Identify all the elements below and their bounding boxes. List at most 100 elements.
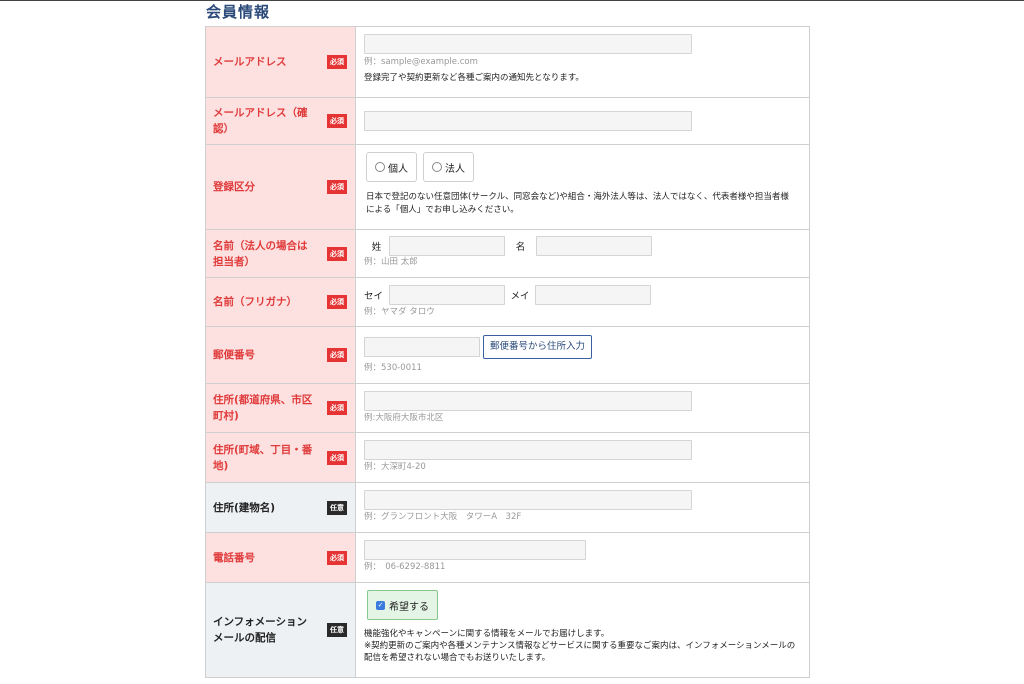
- first-kana-label: メイ: [510, 291, 530, 302]
- required-badge: 必須: [327, 180, 347, 194]
- last-kana-input[interactable]: [389, 285, 505, 305]
- field-cell-address-1: 例:大阪府大阪市北区: [356, 384, 809, 432]
- required-badge: 必須: [327, 295, 347, 309]
- row-phone: 電話番号 必須 例： 06-6292-8811: [206, 533, 809, 583]
- email-note: 登録完了や契約更新など各種ご案内の通知先となります。: [364, 73, 584, 83]
- label-cell-address-2: 住所(町域、丁目・番地) 必須: [206, 433, 356, 482]
- first-name-input[interactable]: [536, 236, 652, 256]
- row-address-2: 住所(町域、丁目・番地) 必須 例：大深町4-20: [206, 433, 809, 483]
- first-name-label: 名: [515, 242, 526, 253]
- row-registration-type: 登録区分 必須 個人 法人 日本で登記のない任意団体(サークル、同窓会など)や組…: [206, 145, 809, 230]
- name-inputs: 姓 名: [364, 236, 801, 256]
- field-cell-phone: 例： 06-6292-8811: [356, 533, 809, 582]
- postal-inputs: 郵便番号から住所入力: [364, 335, 801, 359]
- field-cell-newsletter: ✓ 希望する 機能強化やキャンペーンに関する情報をメールでお届けします。 ※契約…: [356, 583, 809, 677]
- field-label: メールアドレス: [213, 56, 287, 68]
- radio-individual[interactable]: 個人: [366, 152, 417, 182]
- newsletter-checkbox[interactable]: ✓ 希望する: [367, 590, 438, 620]
- newsletter-option: ✓ 希望する: [367, 590, 801, 620]
- field-label: 名前（フリガナ）: [213, 296, 297, 308]
- label-cell-phone: 電話番号 必須: [206, 533, 356, 582]
- field-cell-address-2: 例：大深町4-20: [356, 433, 809, 482]
- field-label: 住所(都道府県、市区町村): [213, 394, 313, 422]
- label-cell-address-1: 住所(都道府県、市区町村) 必須: [206, 384, 356, 432]
- required-badge: 必須: [327, 450, 347, 465]
- field-cell-kana: セイ メイ 例：ヤマダ タロウ: [356, 278, 809, 326]
- section-title: 会員情報: [206, 3, 271, 21]
- email-confirm-input[interactable]: [364, 111, 692, 131]
- kana-inputs: セイ メイ: [364, 285, 801, 305]
- radio-corporation[interactable]: 法人: [423, 152, 474, 182]
- optional-badge: 任意: [327, 500, 347, 515]
- radio-circle-icon: [375, 162, 385, 172]
- radio-individual-label: 個人: [388, 163, 408, 175]
- address-1-hint: 例:大阪府大阪市北区: [364, 413, 444, 423]
- field-label: 住所(町域、丁目・番地): [213, 443, 313, 472]
- postal-code-input[interactable]: [364, 337, 480, 357]
- email-hint: 例：sample@example.com: [364, 57, 478, 67]
- row-building: 住所(建物名) 任意 例：グランフロント大阪 タワーA 32F: [206, 483, 809, 533]
- required-badge: 必須: [327, 348, 347, 362]
- field-label: 電話番号: [213, 551, 255, 564]
- field-label: 登録区分: [213, 181, 255, 193]
- required-badge: 必須: [327, 55, 347, 69]
- field-label: 郵便番号: [213, 349, 255, 361]
- radio-corporation-label: 法人: [445, 163, 465, 175]
- building-input[interactable]: [364, 490, 692, 510]
- postal-hint: 例：530-0011: [364, 363, 422, 373]
- optional-badge: 任意: [327, 623, 347, 637]
- newsletter-note-2: ※契約更新のご案内や各種メンテナンス情報などサービスに関する重要なご案内は、イン…: [364, 641, 796, 663]
- field-label: メールアドレス（確認）: [213, 107, 308, 135]
- last-name-input[interactable]: [389, 236, 505, 256]
- name-hint: 例：山田 太郎: [364, 257, 418, 267]
- address-2-hint: 例：大深町4-20: [364, 462, 426, 472]
- row-postal-code: 郵便番号 必須 郵便番号から住所入力 例：530-0011: [206, 327, 809, 384]
- row-email-confirm: メールアドレス（確認） 必須: [206, 98, 809, 145]
- field-cell-registration-type: 個人 法人 日本で登記のない任意団体(サークル、同窓会など)や組合・海外法人等は…: [356, 145, 809, 229]
- newsletter-checkbox-label: 希望する: [389, 601, 429, 613]
- registration-type-note: 日本で登記のない任意団体(サークル、同窓会など)や組合・海外法人等は、法人ではな…: [366, 192, 789, 215]
- registration-type-options: 個人 法人: [366, 152, 801, 182]
- field-label: 住所(建物名): [213, 501, 276, 514]
- checkmark-icon: ✓: [376, 600, 385, 610]
- phone-input[interactable]: [364, 540, 586, 560]
- field-label: 名前（法人の場合は担当者）: [213, 239, 308, 268]
- kana-hint: 例：ヤマダ タロウ: [364, 307, 435, 317]
- building-hint: 例：グランフロント大阪 タワーA 32F: [364, 512, 522, 522]
- member-info-form: メールアドレス 必須 例：sample@example.com 登録完了や契約更…: [205, 26, 810, 678]
- label-cell-name: 名前（法人の場合は担当者） 必須: [206, 230, 356, 277]
- required-badge: 必須: [327, 246, 347, 261]
- field-cell-name: 姓 名 例：山田 太郎: [356, 230, 809, 277]
- required-badge: 必須: [327, 114, 347, 128]
- label-cell-postal-code: 郵便番号 必須: [206, 327, 356, 383]
- last-kana-label: セイ: [364, 291, 384, 302]
- row-kana: 名前（フリガナ） 必須 セイ メイ 例：ヤマダ タロウ: [206, 278, 809, 327]
- required-badge: 必須: [327, 401, 347, 415]
- row-address-1: 住所(都道府県、市区町村) 必須 例:大阪府大阪市北区: [206, 384, 809, 433]
- required-badge: 必須: [327, 550, 347, 565]
- first-kana-input[interactable]: [535, 285, 651, 305]
- row-newsletter: インフォメーションメールの配信 任意 ✓ 希望する 機能強化やキャンペーンに関す…: [206, 583, 809, 678]
- row-email: メールアドレス 必須 例：sample@example.com 登録完了や契約更…: [206, 27, 809, 98]
- email-input[interactable]: [364, 34, 692, 54]
- label-cell-building: 住所(建物名) 任意: [206, 483, 356, 532]
- field-label: インフォメーションメールの配信: [213, 616, 307, 644]
- label-cell-email: メールアドレス 必須: [206, 27, 356, 97]
- field-cell-postal-code: 郵便番号から住所入力 例：530-0011: [356, 327, 809, 383]
- newsletter-note-1: 機能強化やキャンペーンに関する情報をメールでお届けします。: [364, 629, 610, 639]
- address-1-input[interactable]: [364, 391, 692, 411]
- label-cell-kana: 名前（フリガナ） 必須: [206, 278, 356, 326]
- postal-lookup-button[interactable]: 郵便番号から住所入力: [483, 335, 593, 359]
- field-cell-email: 例：sample@example.com 登録完了や契約更新など各種ご案内の通知…: [356, 27, 809, 97]
- last-name-label: 姓: [371, 242, 382, 253]
- row-name: 名前（法人の場合は担当者） 必須 姓 名 例：山田 太郎: [206, 230, 809, 278]
- address-2-input[interactable]: [364, 440, 692, 460]
- top-divider: [0, 0, 1024, 1]
- label-cell-email-confirm: メールアドレス（確認） 必須: [206, 98, 356, 144]
- radio-circle-icon: [432, 162, 442, 172]
- label-cell-registration-type: 登録区分 必須: [206, 145, 356, 229]
- phone-hint: 例： 06-6292-8811: [364, 562, 446, 572]
- label-cell-newsletter: インフォメーションメールの配信 任意: [206, 583, 356, 677]
- field-cell-email-confirm: [356, 98, 809, 144]
- field-cell-building: 例：グランフロント大阪 タワーA 32F: [356, 483, 809, 532]
